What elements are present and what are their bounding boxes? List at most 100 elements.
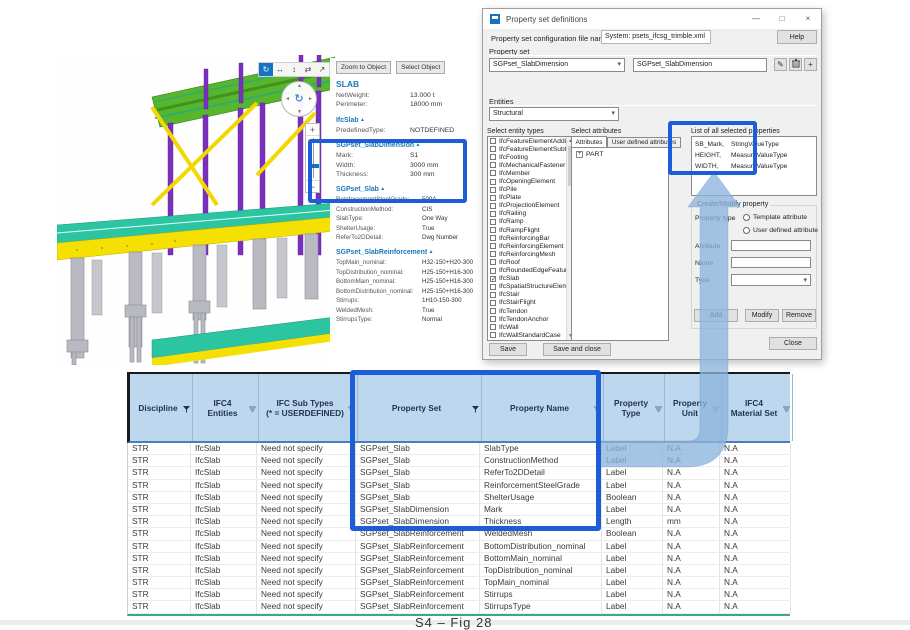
checkbox[interactable] xyxy=(490,227,496,233)
entity-type-item[interactable]: IfcPlate xyxy=(488,194,567,202)
checkbox[interactable] xyxy=(490,259,496,265)
header-ifc4-entities[interactable]: IFC4Entities xyxy=(193,374,259,441)
entity-type-item[interactable]: IfcStair xyxy=(488,291,567,299)
property-set-dropdown[interactable]: SGPset_SlabDimension xyxy=(489,58,625,72)
header-discipline[interactable]: Discipline xyxy=(130,374,193,441)
save-button[interactable]: Save xyxy=(489,343,527,356)
selected-property-item[interactable]: HEIGHT, MeasureValueType xyxy=(692,150,816,161)
checkbox[interactable] xyxy=(490,316,496,322)
entity-type-item[interactable]: IfcWall xyxy=(488,323,567,331)
header-ifc-sub-types[interactable]: IFC Sub Types(* = USERDEFINED) xyxy=(259,374,358,441)
checkbox[interactable] xyxy=(490,235,496,241)
entity-type-item[interactable]: IfcStairFlight xyxy=(488,299,567,307)
config-file-input[interactable]: System: psets_ifcsg_trimble.xml xyxy=(601,30,711,44)
table-row[interactable]: STRIfcSlab Need not specifySGPset_SlabDi… xyxy=(128,516,790,528)
checkbox[interactable] xyxy=(490,138,496,144)
tree-node-part[interactable]: + PART xyxy=(572,148,668,158)
entity-type-item[interactable]: IfcReinforcingBar xyxy=(488,234,567,242)
table-row[interactable]: STRIfcSlab Need not specifySGPset_Slab S… xyxy=(128,492,790,504)
checkbox[interactable] xyxy=(490,179,496,185)
entity-type-item[interactable]: IfcMember xyxy=(488,169,567,177)
checkbox[interactable] xyxy=(490,203,496,209)
checkbox[interactable] xyxy=(490,187,496,193)
entity-type-item[interactable]: IfcFeatureElementAdditio xyxy=(488,137,567,145)
close-icon[interactable]: × xyxy=(795,9,821,29)
close-button[interactable]: Close xyxy=(769,337,817,350)
checkbox[interactable] xyxy=(490,219,496,225)
entity-type-item[interactable]: IfcFeatureElementSubtra xyxy=(488,145,567,153)
table-row[interactable]: STRIfcSlab Need not specifySGPset_SlabDi… xyxy=(128,504,790,516)
filter-icon[interactable] xyxy=(183,406,190,413)
nav-down-icon[interactable]: ▼ xyxy=(297,109,302,115)
type-dropdown[interactable] xyxy=(731,274,811,286)
viewer-tool-icon[interactable]: ↔ xyxy=(273,63,287,76)
table-row[interactable]: STRIfcSlab Need not specifySGPset_Slab C… xyxy=(128,455,790,467)
entity-type-item[interactable]: IfcRamp xyxy=(488,218,567,226)
entity-type-item[interactable]: IfcTendonAnchor xyxy=(488,315,567,323)
attribute-input[interactable] xyxy=(731,240,811,251)
checkbox[interactable] xyxy=(490,308,496,314)
nav-up-icon[interactable]: ▲ xyxy=(297,83,302,89)
entity-type-item[interactable]: IfcSpatialStructureEleme xyxy=(488,283,567,291)
table-row[interactable]: STRIfcSlab Need not specifySGPset_SlabRe… xyxy=(128,577,790,589)
zoom-out-button[interactable]: − xyxy=(306,180,319,192)
checkbox[interactable] xyxy=(490,268,496,274)
table-row[interactable]: STRIfcSlab Need not specifySGPset_SlabRe… xyxy=(128,553,790,565)
checkbox[interactable] xyxy=(490,251,496,257)
table-row[interactable]: STRIfcSlab Need not specifySGPset_Slab S… xyxy=(128,443,790,455)
checkbox[interactable] xyxy=(490,243,496,249)
checkbox[interactable] xyxy=(490,162,496,168)
maximize-icon[interactable]: □ xyxy=(769,9,795,29)
attributes-tree[interactable]: + PART xyxy=(571,147,669,341)
checkbox[interactable] xyxy=(490,332,496,338)
nav-right-icon[interactable]: ► xyxy=(308,96,313,102)
add-property-set-button[interactable]: + xyxy=(804,58,817,71)
checkbox[interactable] xyxy=(490,170,496,176)
checkbox[interactable] xyxy=(490,300,496,306)
menu-filter-icon[interactable] xyxy=(783,406,790,413)
checkbox[interactable] xyxy=(490,276,496,282)
minimize-icon[interactable]: — xyxy=(743,9,769,29)
checkbox[interactable] xyxy=(490,154,496,160)
header-property-name[interactable]: Property Name xyxy=(482,374,604,441)
name-input[interactable] xyxy=(731,257,811,268)
delete-property-set-button[interactable] xyxy=(789,58,802,71)
checkbox[interactable] xyxy=(490,146,496,152)
entity-type-item[interactable]: IfcRoof xyxy=(488,258,567,266)
entity-type-item[interactable]: IfcProjectionElement xyxy=(488,202,567,210)
navigation-wheel[interactable]: ↻ ▲ ▼ ◄ ► xyxy=(281,81,317,117)
zoom-to-object-button[interactable]: Zoom to Object xyxy=(336,61,391,74)
entity-type-item[interactable]: IfcOpeningElement xyxy=(488,177,567,185)
entity-type-item[interactable]: IfcReinforcingElement xyxy=(488,242,567,250)
table-row[interactable]: STRIfcSlab Need not specifySGPset_SlabRe… xyxy=(128,589,790,601)
viewer-tool-icon[interactable]: ↕ xyxy=(287,63,301,76)
edit-property-set-button[interactable]: ✎ xyxy=(774,58,787,71)
viewer-tool-icon[interactable]: ↗ xyxy=(315,63,329,76)
radio-user-defined-attribute[interactable] xyxy=(743,227,750,234)
entity-type-item[interactable]: IfcRampFlight xyxy=(488,226,567,234)
help-button[interactable]: Help xyxy=(777,30,817,44)
checkbox[interactable] xyxy=(490,324,496,330)
checkbox[interactable] xyxy=(490,284,496,290)
dialog-titlebar[interactable]: Property set definitions — □ × xyxy=(483,9,821,29)
table-row[interactable]: STRIfcSlab Need not specifySGPset_SlabRe… xyxy=(128,565,790,577)
property-set-name-input[interactable]: SGPset_SlabDimension xyxy=(633,58,767,72)
zoom-in-button[interactable]: + xyxy=(306,124,319,136)
menu-filter-icon[interactable] xyxy=(348,406,355,413)
menu-filter-icon[interactable] xyxy=(712,406,719,413)
entity-type-item[interactable]: IfcTendon xyxy=(488,307,567,315)
header-property-type[interactable]: PropertyType xyxy=(604,374,665,441)
table-row[interactable]: STRIfcSlab Need not specifySGPset_SlabRe… xyxy=(128,528,790,540)
checkbox[interactable] xyxy=(490,211,496,217)
radio-template-attribute[interactable] xyxy=(743,214,750,221)
entity-type-item[interactable]: IfcMechanicalFastener xyxy=(488,161,567,169)
add-button[interactable]: Add xyxy=(694,309,738,322)
entity-type-item[interactable]: IfcFooting xyxy=(488,153,567,161)
zoom-slider[interactable]: + − xyxy=(305,123,320,193)
checkbox[interactable] xyxy=(490,195,496,201)
modify-button[interactable]: Modify xyxy=(745,309,779,322)
header-property-unit[interactable]: PropertyUnit xyxy=(665,374,722,441)
table-row[interactable]: STRIfcSlab Need not specifySGPset_SlabRe… xyxy=(128,541,790,553)
entity-type-item[interactable]: IfcPile xyxy=(488,186,567,194)
selected-properties-list[interactable]: SB_Mark, StringValueType HEIGHT, Measure… xyxy=(691,136,817,196)
